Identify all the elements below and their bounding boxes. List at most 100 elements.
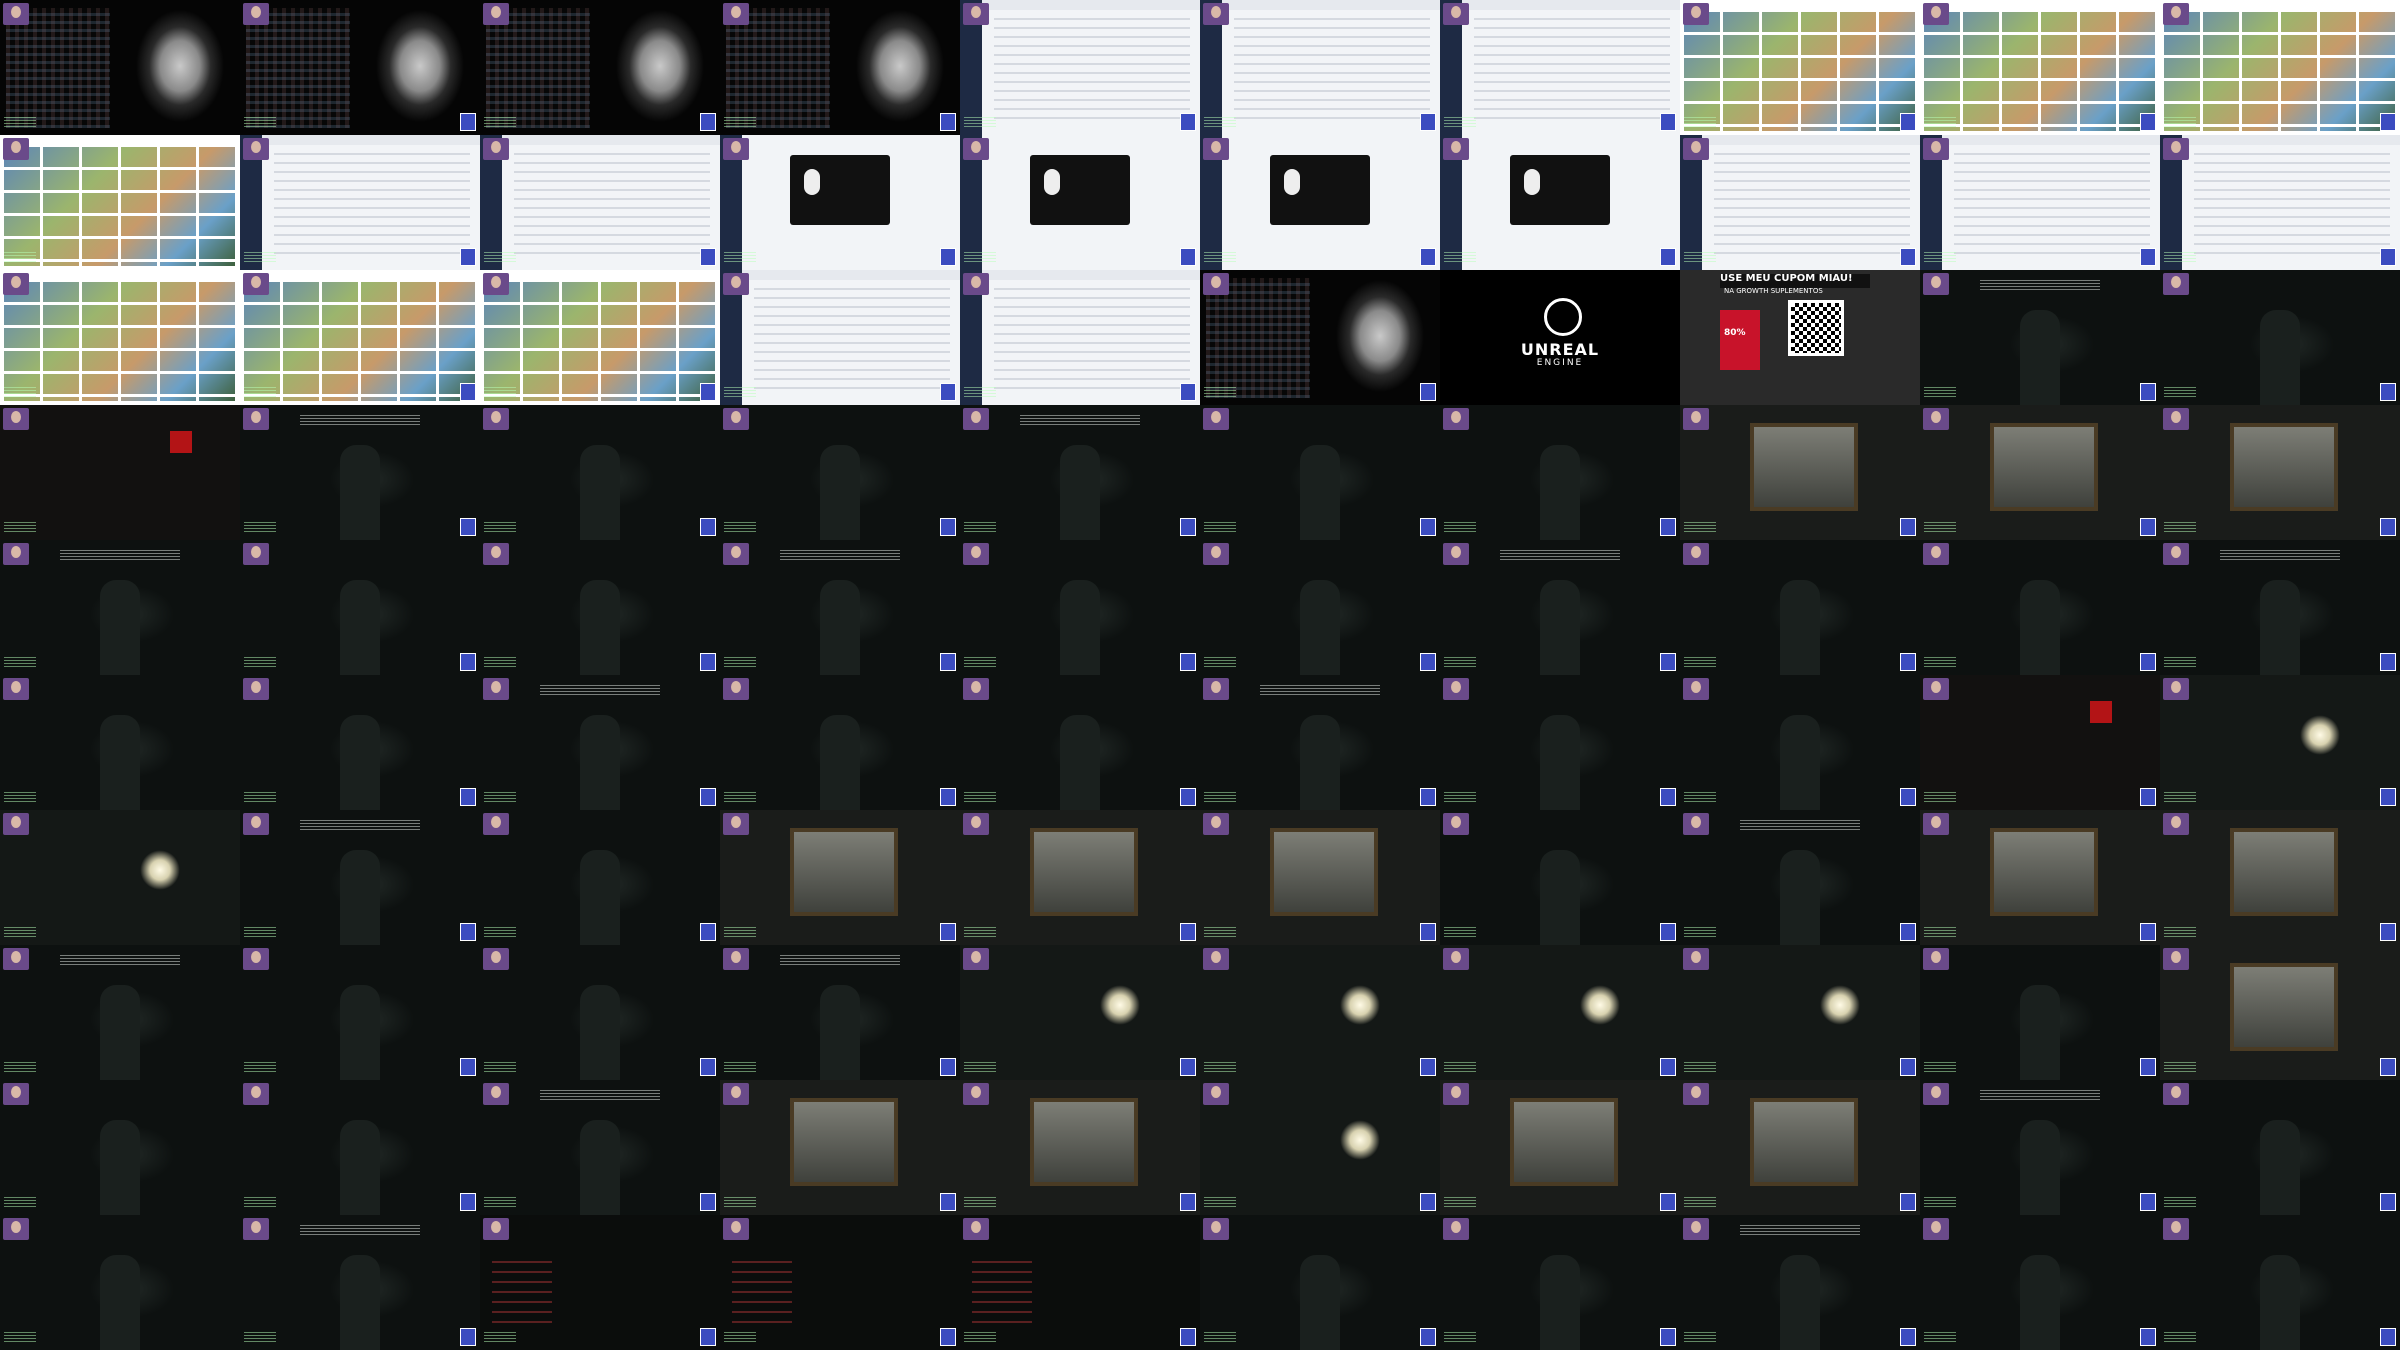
thumbnail-dark[interactable] (720, 540, 960, 675)
thumbnail-browser[interactable] (2160, 135, 2400, 270)
thumbnail-dark[interactable] (1680, 540, 1920, 675)
thumbnail-dark[interactable] (1200, 540, 1440, 675)
thumbnail-dark[interactable] (1440, 540, 1680, 675)
thumbnail-dark[interactable] (1200, 675, 1440, 810)
thumbnail-dark[interactable] (240, 1080, 480, 1215)
thumbnail-dark[interactable] (720, 405, 960, 540)
thumbnail-dialog[interactable] (1200, 135, 1440, 270)
thumbnail-promo[interactable]: USE MEU CUPOM MIAU! NA GROWTH SUPLEMENTOS… (1680, 270, 1920, 405)
thumbnail-dark[interactable] (2160, 540, 2400, 675)
thumbnail-menu[interactable] (960, 1215, 1200, 1350)
thumbnail-light[interactable] (1440, 945, 1680, 1080)
thumbnail-portrait[interactable] (0, 0, 240, 135)
thumbnail-dark[interactable] (0, 540, 240, 675)
thumbnail-browser[interactable] (1680, 135, 1920, 270)
thumbnail-dark[interactable] (720, 945, 960, 1080)
thumbnail-dark[interactable] (1920, 1215, 2160, 1350)
thumbnail-menu[interactable] (720, 1215, 960, 1350)
thumbnail-dark[interactable] (1920, 270, 2160, 405)
thumbnail-dialog[interactable] (960, 135, 1200, 270)
thumbnail-dark[interactable] (0, 945, 240, 1080)
thumbnail-frame[interactable] (1680, 1080, 1920, 1215)
thumbnail-frame[interactable] (1440, 1080, 1680, 1215)
thumbnail-dark[interactable] (480, 1080, 720, 1215)
thumbnail-menu[interactable] (480, 1215, 720, 1350)
thumbnail-dark[interactable] (2160, 270, 2400, 405)
thumbnail-light[interactable] (0, 810, 240, 945)
thumbnail-dark[interactable] (0, 1080, 240, 1215)
thumbnail-frame[interactable] (960, 1080, 1200, 1215)
thumbnail-light[interactable] (960, 945, 1200, 1080)
thumbnail-red[interactable] (0, 405, 240, 540)
thumbnail-photos[interactable] (0, 135, 240, 270)
thumbnail-frame[interactable] (2160, 810, 2400, 945)
thumbnail-browser[interactable] (480, 135, 720, 270)
thumbnail-dark[interactable] (1680, 1215, 1920, 1350)
thumbnail-photos[interactable] (0, 270, 240, 405)
thumbnail-portrait[interactable] (480, 0, 720, 135)
thumbnail-dark[interactable] (1920, 540, 2160, 675)
thumbnail-portrait[interactable] (720, 0, 960, 135)
thumbnail-frame[interactable] (1200, 810, 1440, 945)
thumbnail-frame[interactable] (720, 810, 960, 945)
thumbnail-browser[interactable] (1920, 135, 2160, 270)
thumbnail-dark[interactable] (1440, 675, 1680, 810)
thumbnail-dark[interactable] (1200, 405, 1440, 540)
thumbnail-dark[interactable] (240, 540, 480, 675)
thumbnail-light[interactable] (1200, 945, 1440, 1080)
thumbnail-dark[interactable] (240, 405, 480, 540)
thumbnail-dark[interactable] (480, 405, 720, 540)
thumbnail-photos[interactable] (2160, 0, 2400, 135)
thumbnail-dark[interactable] (480, 675, 720, 810)
thumbnail-dark[interactable] (1920, 945, 2160, 1080)
thumbnail-dark[interactable] (0, 675, 240, 810)
thumbnail-dark[interactable] (1200, 1215, 1440, 1350)
thumbnail-dark[interactable] (960, 675, 1200, 810)
thumbnail-frame[interactable] (1920, 810, 2160, 945)
thumbnail-portrait[interactable] (240, 0, 480, 135)
thumbnail-dark[interactable] (960, 405, 1200, 540)
thumbnail-dialog[interactable] (720, 135, 960, 270)
thumbnail-dark[interactable] (1440, 405, 1680, 540)
thumbnail-dialog[interactable] (1440, 135, 1680, 270)
thumbnail-browser[interactable] (1440, 0, 1680, 135)
thumbnail-frame[interactable] (720, 1080, 960, 1215)
thumbnail-dark[interactable] (1680, 810, 1920, 945)
thumbnail-photos[interactable] (1920, 0, 2160, 135)
thumbnail-dark[interactable] (1440, 1215, 1680, 1350)
thumbnail-unreal[interactable]: UNREAL ENGINE (1440, 270, 1680, 405)
thumbnail-light[interactable] (1680, 945, 1920, 1080)
thumbnail-photos[interactable] (1680, 0, 1920, 135)
thumbnail-dark[interactable] (240, 1215, 480, 1350)
thumbnail-dark[interactable] (960, 540, 1200, 675)
thumbnail-dark[interactable] (480, 540, 720, 675)
thumbnail-photos[interactable] (480, 270, 720, 405)
thumbnail-portrait[interactable] (1200, 270, 1440, 405)
thumbnail-red[interactable] (1920, 675, 2160, 810)
thumbnail-photos[interactable] (240, 270, 480, 405)
thumbnail-dark[interactable] (240, 810, 480, 945)
thumbnail-dark[interactable] (2160, 1215, 2400, 1350)
thumbnail-dark[interactable] (720, 675, 960, 810)
thumbnail-browser[interactable] (240, 135, 480, 270)
thumbnail-frame[interactable] (2160, 945, 2400, 1080)
thumbnail-frame[interactable] (960, 810, 1200, 945)
thumbnail-dark[interactable] (240, 945, 480, 1080)
thumbnail-dark[interactable] (1440, 810, 1680, 945)
thumbnail-dark[interactable] (0, 1215, 240, 1350)
thumbnail-frame[interactable] (1680, 405, 1920, 540)
thumbnail-frame[interactable] (2160, 405, 2400, 540)
thumbnail-frame[interactable] (1920, 405, 2160, 540)
thumbnail-light[interactable] (1200, 1080, 1440, 1215)
thumbnail-dark[interactable] (240, 675, 480, 810)
thumbnail-dark[interactable] (1680, 675, 1920, 810)
thumbnail-browser[interactable] (720, 270, 960, 405)
thumbnail-browser[interactable] (960, 270, 1200, 405)
thumbnail-light[interactable] (2160, 675, 2400, 810)
thumbnail-dark[interactable] (480, 810, 720, 945)
thumbnail-dark[interactable] (2160, 1080, 2400, 1215)
thumbnail-dark[interactable] (480, 945, 720, 1080)
thumbnail-browser[interactable] (960, 0, 1200, 135)
thumbnail-dark[interactable] (1920, 1080, 2160, 1215)
thumbnail-browser[interactable] (1200, 0, 1440, 135)
